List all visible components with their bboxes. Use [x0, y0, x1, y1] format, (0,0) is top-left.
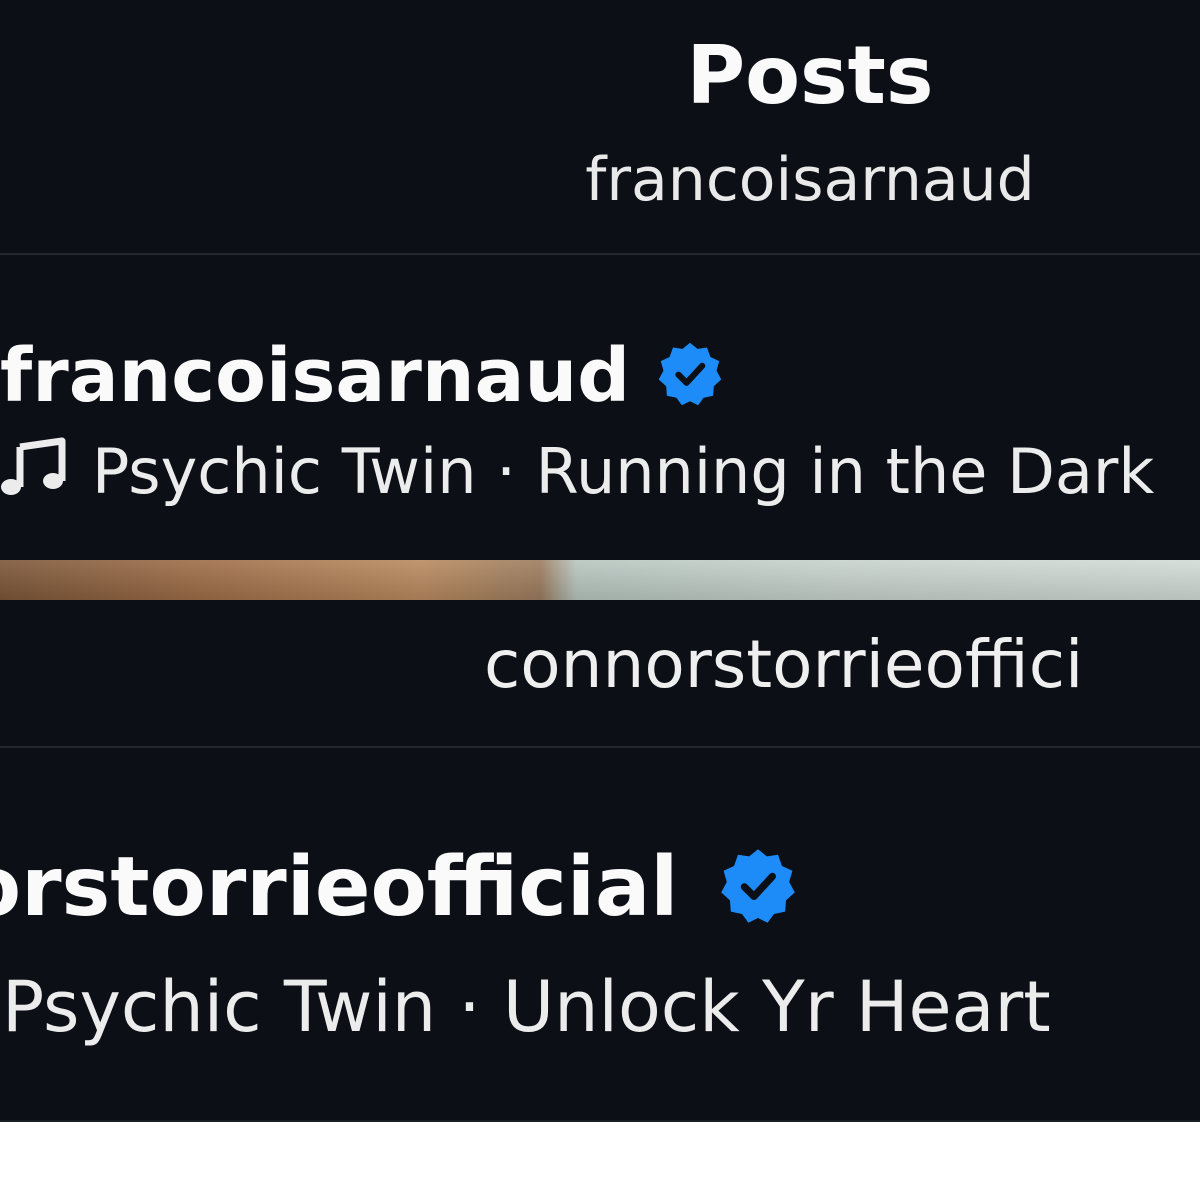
- posts-header: Posts francoisarnaud: [0, 0, 1200, 255]
- post-audio-label: Psychic Twin · Running in the Dark: [92, 435, 1155, 508]
- verified-badge-icon: [656, 340, 724, 412]
- post-user-row[interactable]: francoisarnaud: [0, 331, 724, 421]
- screenshot-collage: Posts francoisarnaud francoisarnaud Psyc…: [0, 0, 1200, 1120]
- post-image-shade: [0, 560, 1200, 600]
- page-subtitle-username-2[interactable]: connorstorrieoffici: [484, 632, 1083, 698]
- music-note-icon: [0, 437, 68, 507]
- post-header-francoisarnaud: francoisarnaud Psychic Twin · Running in…: [0, 255, 1200, 560]
- post-header-connorstorrieofficial: nnorstorrieofficial Psychic Twin · Unloc…: [0, 748, 1200, 1120]
- post-audio-row[interactable]: Psychic Twin · Running in the Dark: [0, 437, 1154, 507]
- post-audio-row-2[interactable]: Psychic Twin · Unlock Yr Heart: [0, 970, 1051, 1044]
- post-user-row-2[interactable]: nnorstorrieofficial: [0, 840, 798, 935]
- posts-header-2: connorstorrieoffici: [0, 600, 1200, 748]
- bottom-white-margin: [0, 1120, 1200, 1202]
- post-username[interactable]: francoisarnaud: [0, 339, 630, 413]
- post-image-strip[interactable]: [0, 560, 1200, 600]
- page-subtitle-username[interactable]: francoisarnaud: [0, 150, 1200, 210]
- post-audio-label-2: Psychic Twin · Unlock Yr Heart: [2, 966, 1051, 1048]
- post-username-2[interactable]: nnorstorrieofficial: [0, 846, 678, 929]
- verified-badge-icon: [718, 846, 798, 930]
- page-title: Posts: [686, 29, 934, 122]
